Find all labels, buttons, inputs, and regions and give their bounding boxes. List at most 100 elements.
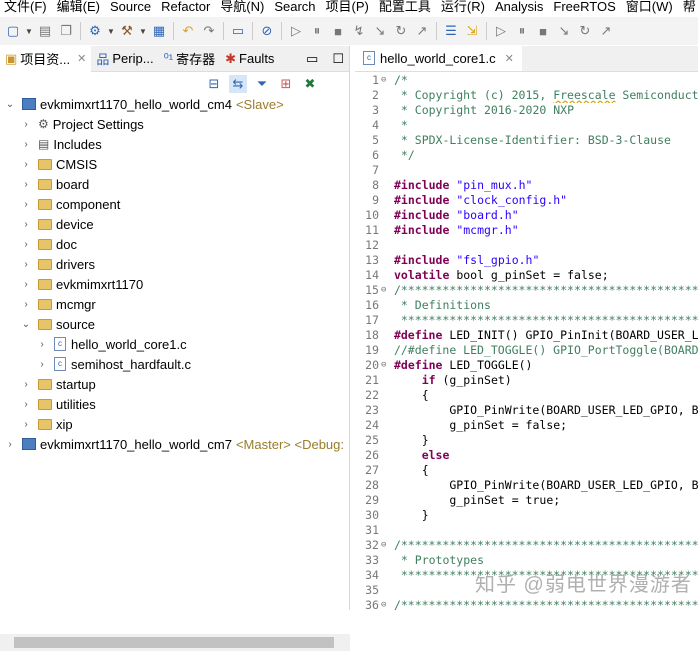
tab-registers[interactable]: ⁰¹寄存器: [159, 46, 221, 72]
chevron-right-icon[interactable]: ›: [20, 399, 32, 410]
menu-item[interactable]: Analysis: [491, 0, 549, 16]
menu-item[interactable]: 导航(N): [216, 0, 270, 16]
tab-faults-bug[interactable]: ✱Faults: [220, 46, 279, 72]
chevron-right-icon[interactable]: ›: [20, 139, 32, 150]
tab-hello-world-core1[interactable]: c hello_world_core1.c ✕: [355, 45, 522, 71]
chevron-right-icon[interactable]: ›: [20, 119, 32, 130]
tree-item[interactable]: ›component: [0, 194, 350, 214]
code-area[interactable]: 1⊖/*2 * Copyright (c) 2015, Freescale Se…: [355, 73, 698, 613]
fold-icon[interactable]: ⊖: [381, 598, 391, 613]
menu-item[interactable]: 帮: [679, 0, 698, 16]
chevron-right-icon[interactable]: ›: [36, 339, 48, 350]
close-icon[interactable]: ✕: [505, 52, 514, 65]
menu-item[interactable]: 项目(P): [322, 0, 375, 16]
chevron-right-icon[interactable]: ›: [20, 179, 32, 190]
binary-file-icon[interactable]: ▦: [150, 22, 168, 40]
tree-item[interactable]: ›utilities: [0, 394, 350, 414]
tree-item[interactable]: ›evkmimxrt1170: [0, 274, 350, 294]
chevron-down-icon[interactable]: ⌄: [20, 319, 32, 330]
tree-item[interactable]: ›board: [0, 174, 350, 194]
fold-icon[interactable]: ⊖: [381, 358, 391, 373]
tree-item[interactable]: ›chello_world_core1.c: [0, 334, 350, 354]
chevron-right-icon[interactable]: ›: [20, 219, 32, 230]
fold-icon[interactable]: ⊖: [381, 283, 391, 298]
undo-icon[interactable]: ↶: [179, 22, 197, 40]
tree-item[interactable]: ›evkmimxrt1170_hello_world_cm7<Master> <…: [0, 434, 350, 454]
step-over-all-icon[interactable]: ↻: [576, 22, 594, 40]
link-with-editor-icon[interactable]: ⇆: [229, 75, 247, 93]
save-all-icon[interactable]: ❐: [57, 22, 75, 40]
settings-icon[interactable]: ⚙: [86, 22, 104, 40]
skip-breakpoints-icon[interactable]: ⊘: [258, 22, 276, 40]
resume-icon[interactable]: ▷: [287, 22, 305, 40]
menu-item[interactable]: 文件(F): [0, 0, 53, 16]
menu-item[interactable]: Refactor: [157, 0, 216, 16]
build-dropdown[interactable]: ▼: [139, 27, 147, 36]
close-icon[interactable]: ✕: [77, 52, 86, 65]
chevron-right-icon[interactable]: ›: [20, 299, 32, 310]
tree-item[interactable]: ›mcmgr: [0, 294, 350, 314]
ide-x-icon[interactable]: ✖: [301, 75, 319, 93]
redo-icon[interactable]: ↷: [200, 22, 218, 40]
chevron-right-icon[interactable]: ›: [20, 419, 32, 430]
terminal-icon[interactable]: ▭: [229, 22, 247, 40]
chevron-right-icon[interactable]: ›: [4, 439, 16, 450]
instruction-step-icon[interactable]: ☰: [442, 22, 460, 40]
fold-icon[interactable]: ⊖: [381, 538, 391, 553]
save-icon[interactable]: ▤: [36, 22, 54, 40]
step-into-icon[interactable]: ↘: [371, 22, 389, 40]
terminate-all-icon[interactable]: ■: [534, 22, 552, 40]
chevron-right-icon[interactable]: ›: [20, 159, 32, 170]
menu-item[interactable]: 配置工具: [375, 0, 437, 16]
menu-item[interactable]: 编辑(E): [53, 0, 106, 16]
menu-item[interactable]: Source: [106, 0, 157, 16]
step-return-icon[interactable]: ↗: [413, 22, 431, 40]
tree-item[interactable]: ⌄source: [0, 314, 350, 334]
settings-dropdown[interactable]: ▼: [107, 27, 115, 36]
suspend-icon[interactable]: ⏸: [308, 22, 326, 40]
horizontal-scrollbar[interactable]: [0, 634, 350, 651]
resume-all-icon[interactable]: ▷: [492, 22, 510, 40]
tree-item[interactable]: ›CMSIS: [0, 154, 350, 174]
step-over-icon[interactable]: ↻: [392, 22, 410, 40]
debug-config-icon[interactable]: ⇲: [463, 22, 481, 40]
tree-item[interactable]: ›startup: [0, 374, 350, 394]
new-dropdown[interactable]: ▼: [25, 27, 33, 36]
chevron-right-icon[interactable]: ›: [20, 259, 32, 270]
filter-icon[interactable]: ⏷: [253, 75, 271, 93]
menu-item[interactable]: Search: [270, 0, 321, 16]
chevron-right-icon[interactable]: ›: [36, 359, 48, 370]
tree-item[interactable]: ⌄evkmimxrt1170_hello_world_cm4<Slave>: [0, 94, 350, 114]
line-number: 8: [355, 178, 381, 193]
maximize-icon[interactable]: ☐: [332, 51, 344, 67]
new-icon[interactable]: ▢: [4, 22, 22, 40]
tab-project-explorer[interactable]: ▣项目资...✕: [0, 46, 91, 72]
step-return-all-icon[interactable]: ↗: [597, 22, 615, 40]
collapse-all-icon[interactable]: ⊟: [205, 75, 223, 93]
chevron-right-icon[interactable]: ›: [20, 379, 32, 390]
scrollbar-thumb[interactable]: [14, 637, 334, 648]
tab-peripherals[interactable]: 品Perip...: [91, 46, 158, 72]
tree-item[interactable]: ›xip: [0, 414, 350, 434]
chevron-right-icon[interactable]: ›: [20, 239, 32, 250]
menu-item[interactable]: FreeRTOS: [549, 0, 621, 16]
tree-item[interactable]: ›csemihost_hardfault.c: [0, 354, 350, 374]
suspend-all-icon[interactable]: ⏸: [513, 22, 531, 40]
chevron-right-icon[interactable]: ›: [20, 199, 32, 210]
disconnect-icon[interactable]: ↯: [350, 22, 368, 40]
tree-item[interactable]: ›device: [0, 214, 350, 234]
step-into-all-icon[interactable]: ↘: [555, 22, 573, 40]
fold-icon[interactable]: ⊖: [381, 73, 391, 88]
terminate-icon[interactable]: ■: [329, 22, 347, 40]
grid-icon[interactable]: ⊞: [277, 75, 295, 93]
build-hammer-icon[interactable]: ⚒: [118, 22, 136, 40]
chevron-right-icon[interactable]: ›: [20, 279, 32, 290]
menu-item[interactable]: 运行(R): [437, 0, 491, 16]
minimize-icon[interactable]: ▭: [306, 51, 318, 67]
chevron-down-icon[interactable]: ⌄: [4, 99, 16, 110]
menu-item[interactable]: 窗口(W): [622, 0, 679, 16]
tree-item[interactable]: ›drivers: [0, 254, 350, 274]
tree-item[interactable]: ›⚙Project Settings: [0, 114, 350, 134]
tree-item[interactable]: ›doc: [0, 234, 350, 254]
tree-item[interactable]: ›▤Includes: [0, 134, 350, 154]
